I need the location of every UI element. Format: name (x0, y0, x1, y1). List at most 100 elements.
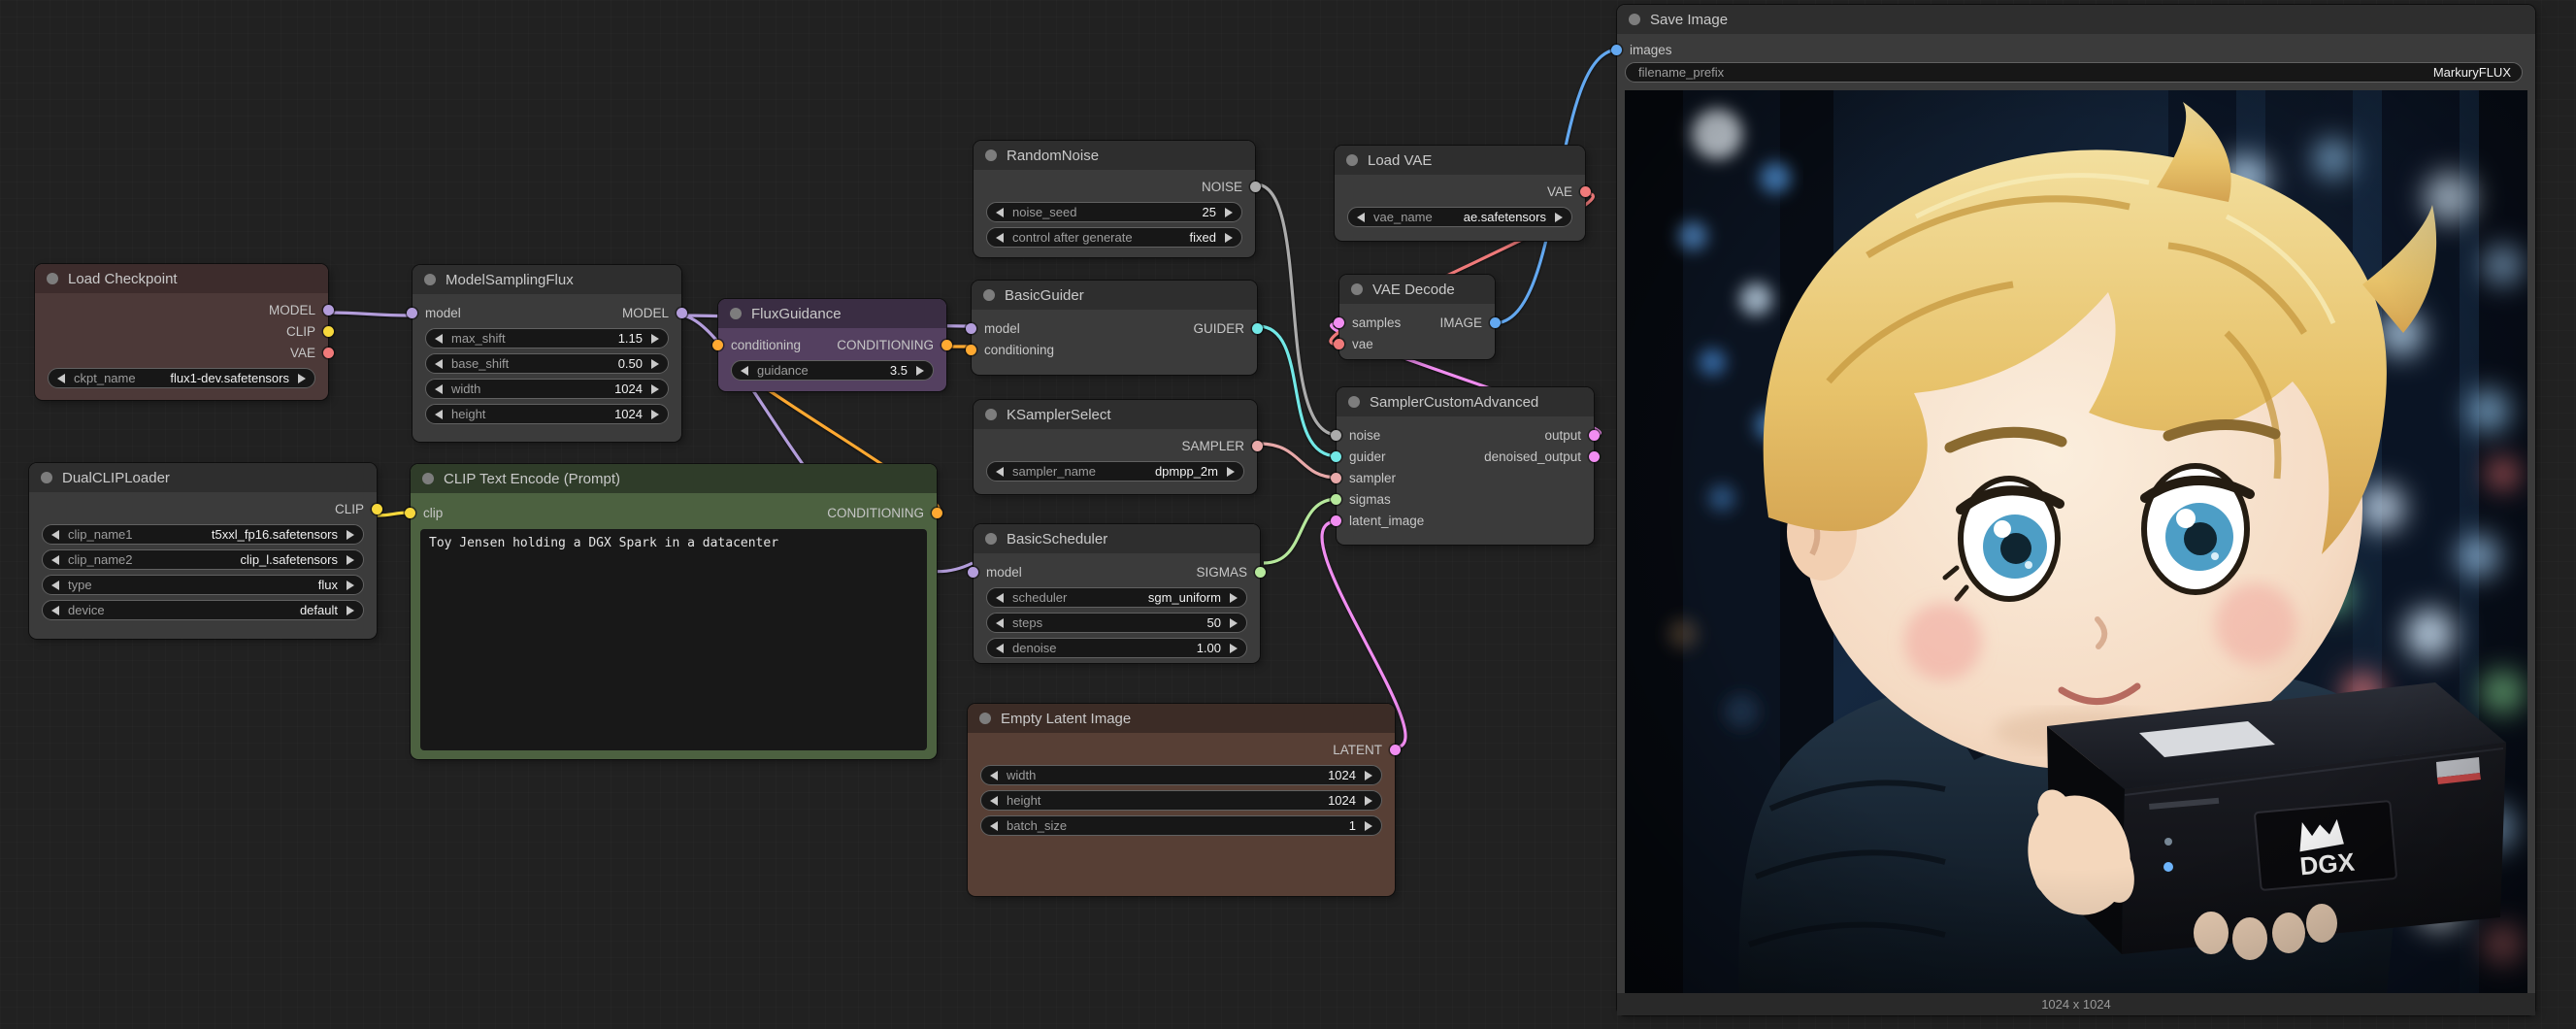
guider-output-port[interactable]: GUIDER (1193, 321, 1244, 336)
noise-seed-widget[interactable]: noise_seed25 (986, 202, 1242, 222)
height-widget[interactable]: height1024 (425, 404, 669, 424)
node-header[interactable]: Empty Latent Image (968, 704, 1395, 733)
filename-prefix-widget[interactable]: filename_prefixMarkuryFLUX (1625, 62, 2523, 83)
batch-size-widget[interactable]: batch_size1 (980, 815, 1382, 836)
prev-arrow-icon[interactable] (51, 530, 59, 540)
node-load-vae[interactable]: Load VAE VAE vae_nameae.safetensors (1335, 146, 1585, 241)
clip-output-dot[interactable] (372, 504, 382, 514)
vae-output-dot[interactable] (1580, 186, 1591, 197)
next-arrow-icon[interactable] (651, 359, 659, 369)
next-arrow-icon[interactable] (347, 581, 354, 590)
prev-arrow-icon[interactable] (57, 374, 65, 383)
clip-input-dot[interactable] (405, 508, 415, 518)
next-arrow-icon[interactable] (1365, 796, 1372, 806)
prev-arrow-icon[interactable] (996, 208, 1004, 217)
node-header[interactable]: Load VAE (1335, 146, 1585, 175)
node-flux-guidance[interactable]: FluxGuidance conditioning CONDITIONING g… (718, 299, 946, 391)
prev-arrow-icon[interactable] (51, 606, 59, 615)
images-input-dot[interactable] (1611, 45, 1622, 55)
prev-arrow-icon[interactable] (1357, 213, 1365, 222)
collapse-dot-icon[interactable] (41, 472, 52, 483)
guider-input-port[interactable]: guider (1349, 449, 1386, 464)
node-save-image[interactable]: Save Image images filename_prefixMarkury… (1617, 5, 2535, 1015)
node-header[interactable]: KSamplerSelect (974, 400, 1257, 429)
node-header[interactable]: BasicGuider (972, 281, 1257, 310)
sampler-output-dot[interactable] (1252, 441, 1263, 451)
clip-input-port[interactable]: clip (423, 506, 443, 520)
next-arrow-icon[interactable] (1230, 593, 1238, 603)
conditioning-input-dot[interactable] (966, 345, 976, 355)
next-arrow-icon[interactable] (1230, 618, 1238, 628)
latent-image-input-dot[interactable] (1331, 515, 1341, 526)
width-widget[interactable]: width1024 (980, 765, 1382, 785)
prev-arrow-icon[interactable] (435, 410, 443, 419)
collapse-dot-icon[interactable] (979, 713, 991, 724)
clip-name2-widget[interactable]: clip_name2clip_l.safetensors (42, 549, 364, 570)
next-arrow-icon[interactable] (1230, 644, 1238, 653)
collapse-dot-icon[interactable] (1348, 396, 1360, 408)
node-header[interactable]: Load Checkpoint (35, 264, 328, 293)
node-clip-text-encode[interactable]: CLIP Text Encode (Prompt) clip CONDITION… (411, 464, 937, 759)
conditioning-input-dot[interactable] (712, 340, 723, 350)
collapse-dot-icon[interactable] (985, 533, 997, 545)
prev-arrow-icon[interactable] (435, 359, 443, 369)
sigmas-input-port[interactable]: sigmas (1349, 492, 1391, 507)
denoised-output-dot[interactable] (1589, 451, 1600, 462)
collapse-dot-icon[interactable] (1629, 14, 1640, 25)
prev-arrow-icon[interactable] (996, 467, 1004, 477)
model-input-port[interactable]: model (986, 565, 1022, 580)
vae-output-port[interactable]: VAE (1547, 184, 1572, 199)
noise-input-dot[interactable] (1331, 430, 1341, 441)
denoised-output-port[interactable]: denoised_output (1484, 449, 1581, 464)
node-empty-latent-image[interactable]: Empty Latent Image LATENT width1024 heig… (968, 704, 1395, 896)
node-header[interactable]: ModelSamplingFlux (413, 265, 681, 294)
next-arrow-icon[interactable] (347, 555, 354, 565)
image-output-port[interactable]: IMAGE (1439, 315, 1482, 330)
scheduler-widget[interactable]: schedulersgm_uniform (986, 587, 1247, 608)
next-arrow-icon[interactable] (1225, 208, 1233, 217)
sampler-input-dot[interactable] (1331, 473, 1341, 483)
steps-widget[interactable]: steps50 (986, 613, 1247, 633)
sigmas-input-dot[interactable] (1331, 494, 1341, 505)
sigmas-output-dot[interactable] (1255, 567, 1266, 578)
conditioning-output-dot[interactable] (941, 340, 952, 350)
samples-input-dot[interactable] (1334, 317, 1344, 328)
model-output-port[interactable]: MODEL (622, 306, 669, 320)
prev-arrow-icon[interactable] (990, 796, 998, 806)
next-arrow-icon[interactable] (1365, 821, 1372, 831)
clip-output-port[interactable]: CLIP (335, 502, 364, 516)
node-random-noise[interactable]: RandomNoise NOISE noise_seed25 control a… (974, 141, 1255, 257)
vae-output-port[interactable]: VAE (290, 346, 315, 360)
sampler-input-port[interactable]: sampler (1349, 471, 1396, 485)
prev-arrow-icon[interactable] (990, 771, 998, 780)
noise-output-dot[interactable] (1250, 182, 1261, 192)
image-output-dot[interactable] (1490, 317, 1501, 328)
prev-arrow-icon[interactable] (51, 555, 59, 565)
node-model-sampling-flux[interactable]: ModelSamplingFlux model MODEL max_shift1… (413, 265, 681, 442)
denoise-widget[interactable]: denoise1.00 (986, 638, 1247, 658)
model-input-dot[interactable] (968, 567, 978, 578)
model-output-dot[interactable] (323, 305, 334, 315)
conditioning-input-port[interactable]: conditioning (731, 338, 801, 352)
next-arrow-icon[interactable] (916, 366, 924, 376)
latent-output-dot[interactable] (1390, 745, 1401, 755)
height-widget[interactable]: height1024 (980, 790, 1382, 811)
vae-input-dot[interactable] (1334, 339, 1344, 349)
guidance-widget[interactable]: guidance3.5 (731, 360, 934, 381)
vae-input-port[interactable]: vae (1352, 337, 1373, 351)
guider-input-dot[interactable] (1331, 451, 1341, 462)
control-after-generate-widget[interactable]: control after generatefixed (986, 227, 1242, 248)
type-widget[interactable]: typeflux (42, 575, 364, 595)
width-widget[interactable]: width1024 (425, 379, 669, 399)
next-arrow-icon[interactable] (1227, 467, 1235, 477)
device-widget[interactable]: devicedefault (42, 600, 364, 620)
samples-input-port[interactable]: samples (1352, 315, 1401, 330)
collapse-dot-icon[interactable] (1351, 283, 1363, 295)
conditioning-output-port[interactable]: CONDITIONING (837, 338, 934, 352)
images-input-port[interactable]: images (1630, 43, 1672, 57)
conditioning-output-dot[interactable] (932, 508, 942, 518)
next-arrow-icon[interactable] (347, 530, 354, 540)
node-ksampler-select[interactable]: KSamplerSelect SAMPLER sampler_namedpmpp… (974, 400, 1257, 494)
model-input-dot[interactable] (966, 323, 976, 334)
collapse-dot-icon[interactable] (424, 274, 436, 285)
